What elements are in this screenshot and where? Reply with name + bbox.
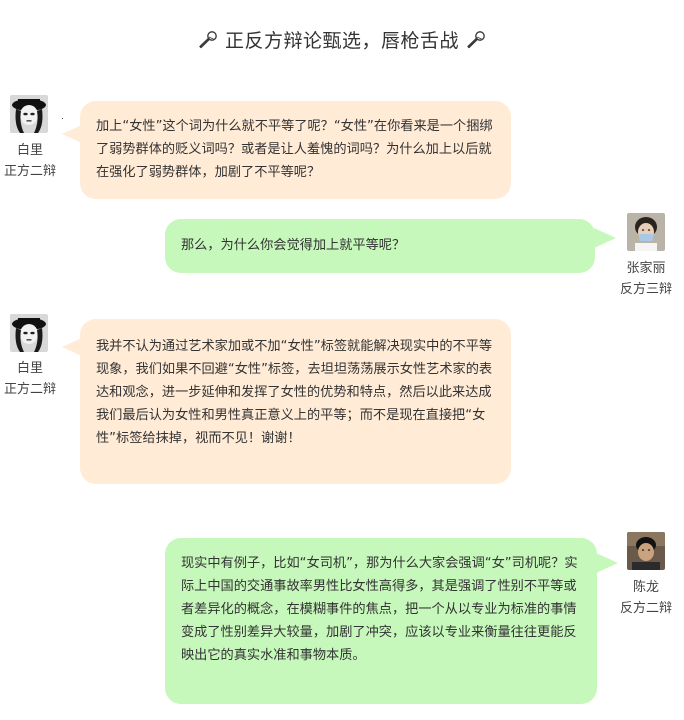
bubble-tail: [594, 228, 616, 248]
bubble-marker: [62, 118, 63, 119]
page-title: 正反方辩论甄选，唇枪舌战: [0, 26, 684, 55]
avatar[interactable]: [627, 532, 665, 570]
chat-bubble: 现实中有例子，比如“女司机”，那为什么大家会强调“女”司机呢？实际上中国的交通事…: [165, 538, 597, 704]
speaker-name: 白里: [16, 143, 43, 158]
message-text: 现实中有例子，比如“女司机”，那为什么大家会强调“女”司机呢？实际上中国的交通事…: [181, 556, 578, 663]
message-text: 那么，为什么你会觉得加上就平等呢？: [181, 238, 406, 253]
speaker-role: 正方二辩: [3, 382, 56, 397]
message-text: 我并不认为通过艺术家加或不加“女性”标签就能解决现实中的不平等现象，我们如果不回…: [96, 339, 493, 446]
speaker-role: 反方三辩: [619, 282, 672, 297]
speaker-role: 正方二辩: [3, 164, 56, 179]
microphone-icon: [466, 30, 486, 55]
message-text: 加上“女性”这个词为什么就不平等了呢？“女性”在你看来是一个捆绑了弱势群体的贬义…: [96, 119, 493, 180]
speaker-name: 张家丽: [626, 261, 666, 276]
avatar[interactable]: [10, 95, 48, 133]
chat-bubble: 加上“女性”这个词为什么就不平等了呢？“女性”在你看来是一个捆绑了弱势群体的贬义…: [80, 101, 511, 199]
avatar[interactable]: [627, 213, 665, 251]
chat-bubble: 那么，为什么你会觉得加上就平等呢？: [165, 219, 595, 273]
chat-bubble: 我并不认为通过艺术家加或不加“女性”标签就能解决现实中的不平等现象，我们如果不回…: [80, 319, 511, 484]
bubble-tail: [596, 553, 618, 573]
speaker-name: 白里: [16, 361, 43, 376]
microphone-icon: [198, 30, 218, 55]
speaker-role: 反方二辩: [619, 601, 672, 616]
speaker-name: 陈龙: [632, 580, 659, 595]
title-text: 正反方辩论甄选，唇枪舌战: [224, 30, 459, 52]
avatar[interactable]: [10, 314, 48, 352]
